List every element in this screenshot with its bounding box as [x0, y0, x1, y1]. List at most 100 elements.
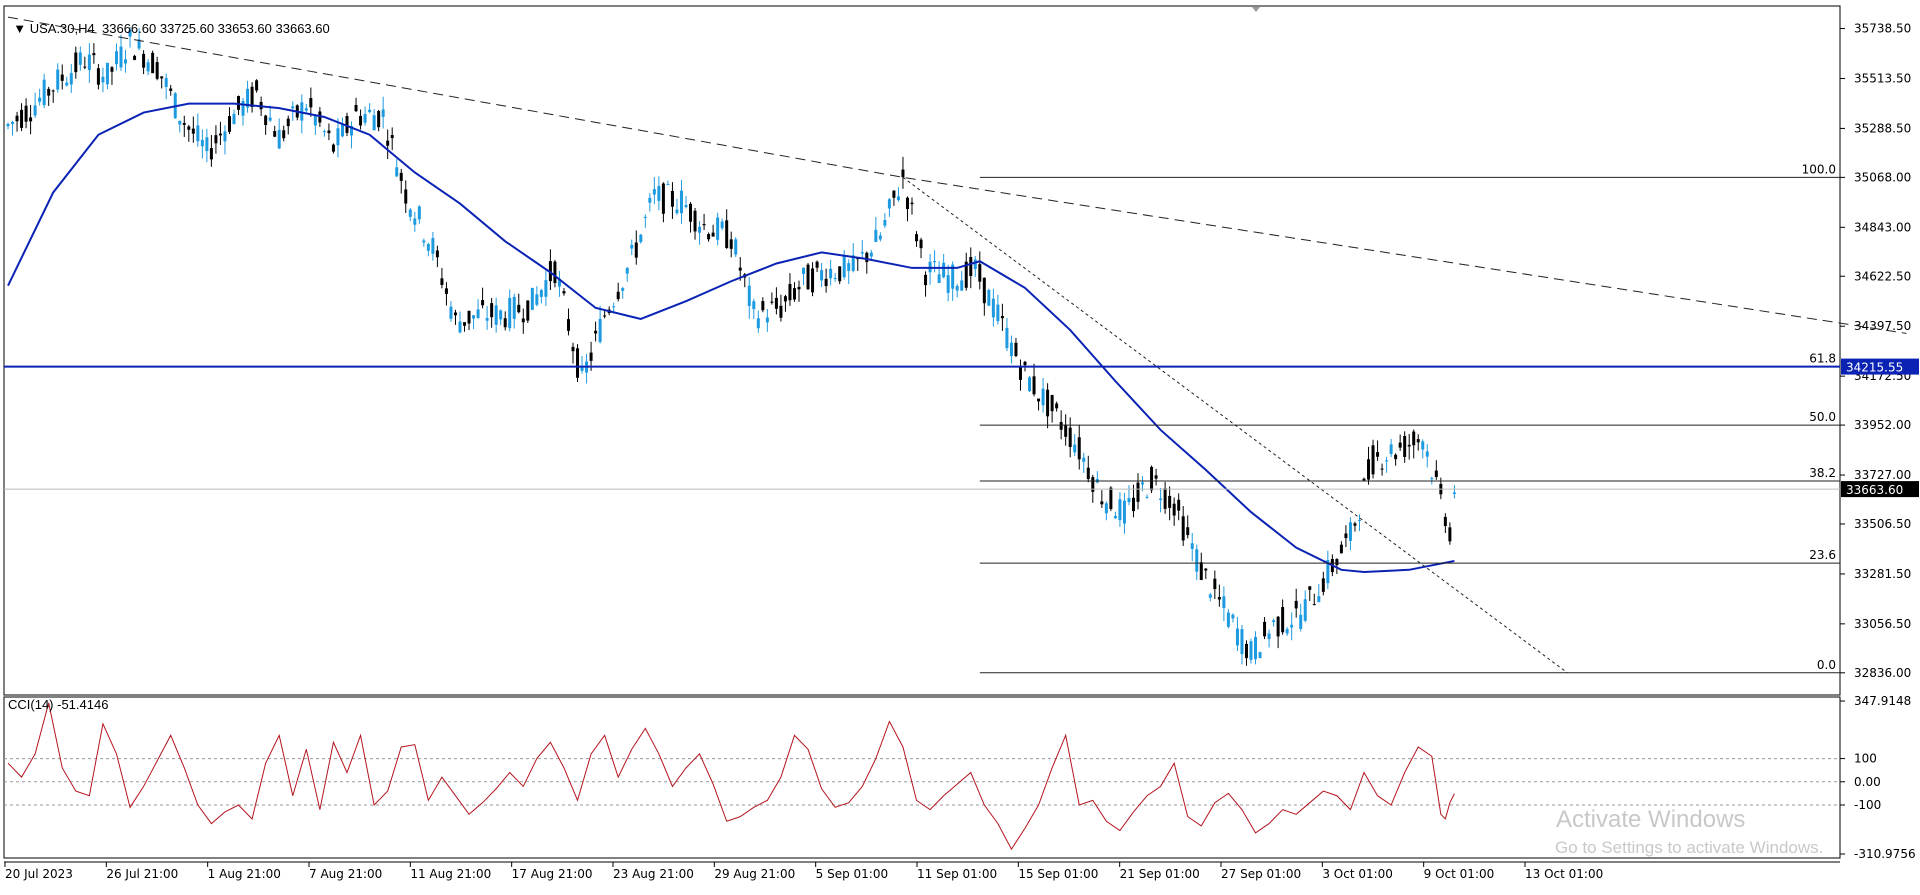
- price-tick-label: 33281.50: [1854, 567, 1911, 581]
- candle-body: [417, 206, 421, 220]
- candle-body: [937, 274, 941, 283]
- candle-body: [1068, 427, 1072, 448]
- candle-body: [87, 54, 91, 70]
- candle-body: [901, 169, 905, 178]
- candle-body: [761, 301, 765, 311]
- candle-body: [905, 197, 909, 210]
- candle-body: [1032, 376, 1036, 395]
- candle-body: [1226, 612, 1230, 627]
- candle-body: [227, 116, 231, 132]
- candle-body: [526, 300, 530, 321]
- candle-body: [6, 123, 10, 127]
- price-tick-label: 35513.50: [1854, 71, 1911, 85]
- candle-body: [1168, 495, 1172, 508]
- candle-body: [440, 278, 444, 285]
- candle-body: [322, 131, 326, 133]
- candle-body: [114, 51, 118, 65]
- candle-body: [1371, 445, 1375, 475]
- candle-body: [517, 304, 521, 313]
- candle-body: [1367, 459, 1371, 480]
- candle-body: [381, 109, 385, 117]
- candle-body: [1009, 342, 1013, 357]
- candle-body: [634, 242, 638, 258]
- fib-level-label: 38.2: [1809, 466, 1836, 480]
- candle-body: [282, 130, 286, 139]
- candle-body: [779, 305, 783, 318]
- candle-body: [241, 100, 245, 116]
- time-tick-label: 21 Sep 01:00: [1120, 867, 1200, 881]
- candle-body: [661, 183, 665, 214]
- candle-body: [598, 318, 602, 343]
- candle-body: [390, 135, 394, 139]
- candle-body: [101, 76, 105, 83]
- moving-average-line: [7, 102, 1455, 574]
- candle-body: [1059, 422, 1063, 430]
- candle-body: [770, 301, 774, 303]
- candle-body: [689, 203, 693, 222]
- candle-body: [1443, 516, 1447, 527]
- candle-body: [313, 115, 317, 126]
- candle-body: [110, 67, 114, 72]
- candle-body: [539, 290, 543, 297]
- candle-body: [1376, 452, 1380, 457]
- candle-body: [1181, 516, 1185, 541]
- candle-body: [684, 205, 688, 208]
- trading-chart[interactable]: 35738.50 35513.50 35288.50 35068.00 34843.00…: [0, 0, 1920, 890]
- candle-body: [716, 217, 720, 240]
- time-tick-label: 7 Aug 21:00: [309, 867, 382, 881]
- candle-body: [675, 209, 679, 214]
- candle-body: [1150, 466, 1154, 491]
- candle-body: [205, 137, 209, 152]
- candle-body: [408, 209, 412, 217]
- candle-body: [838, 266, 842, 282]
- cci-tick-label: -310.9756: [1854, 847, 1916, 861]
- candle-body: [422, 240, 426, 243]
- time-tick-label: 17 Aug 21:00: [512, 867, 593, 881]
- candle-body: [237, 96, 241, 110]
- candle-body: [892, 190, 896, 198]
- candle-body: [264, 115, 268, 126]
- candle-body: [1136, 482, 1140, 502]
- candle-body: [797, 286, 801, 290]
- watermark-subtitle: Go to Settings to activate Windows.: [1555, 838, 1824, 857]
- candle-body: [991, 298, 995, 318]
- candle-body: [20, 109, 24, 128]
- candle-body: [1131, 497, 1135, 512]
- candle-body: [824, 278, 828, 287]
- price-tick-label: 35738.50: [1854, 22, 1911, 36]
- candle-body: [503, 318, 507, 328]
- candle-body: [625, 267, 629, 274]
- candle-body: [304, 108, 308, 111]
- price-tick-label: 34843.00: [1854, 220, 1911, 234]
- candle-body: [702, 224, 706, 226]
- candle-body: [896, 196, 900, 201]
- price-tick-label: 33952.00: [1854, 418, 1911, 432]
- candle-body: [1348, 522, 1352, 541]
- candle-body: [214, 135, 218, 144]
- candle-body: [1023, 361, 1027, 366]
- candle-body: [589, 352, 593, 361]
- candle-body: [942, 262, 946, 278]
- dropdown-triangle-icon[interactable]: ▼: [13, 21, 29, 36]
- candle-body: [553, 261, 557, 284]
- candle-body: [232, 113, 236, 125]
- candle-body: [1416, 439, 1420, 443]
- candle-body: [1434, 470, 1438, 477]
- candle-body: [1217, 596, 1221, 600]
- candle-body: [155, 62, 159, 79]
- candle-body: [273, 131, 277, 137]
- candle-body: [571, 346, 575, 352]
- time-tick-label: 20 Jul 2023: [5, 867, 73, 881]
- candle-body: [969, 257, 973, 277]
- time-tick-label: 13 Oct 01:00: [1525, 867, 1603, 881]
- candle-body: [169, 88, 173, 91]
- candle-body: [955, 285, 959, 291]
- candle-body: [494, 305, 498, 325]
- candle-body: [1452, 492, 1456, 494]
- chart-svg[interactable]: 35738.50 35513.50 35288.50 35068.00 34843.00…: [0, 0, 1920, 890]
- candle-body: [1127, 498, 1131, 503]
- candle-body: [444, 288, 448, 295]
- candle-body: [924, 274, 928, 286]
- candle-body: [1353, 523, 1357, 526]
- candle-body: [666, 184, 670, 186]
